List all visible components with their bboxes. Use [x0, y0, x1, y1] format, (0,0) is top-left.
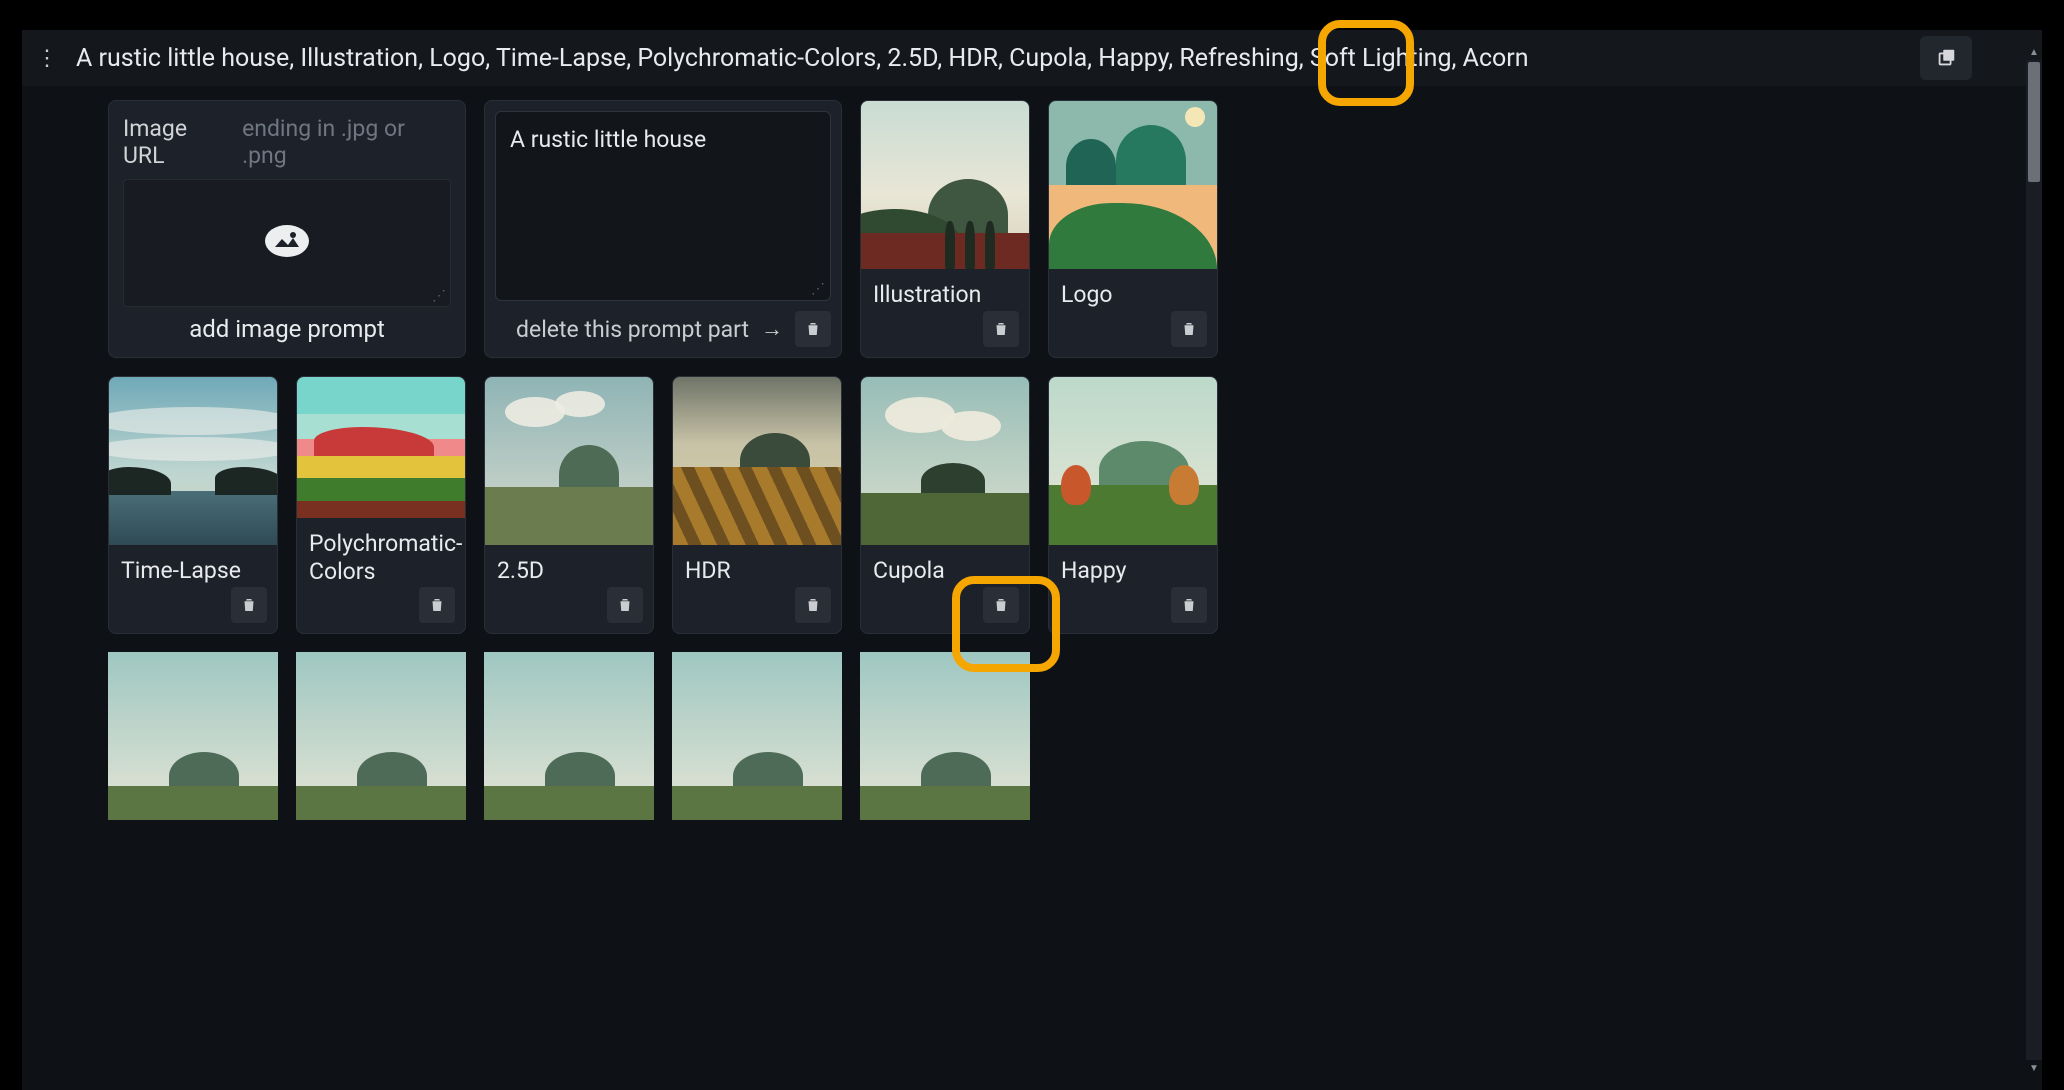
- scroll-down-icon[interactable]: ▼: [2026, 1060, 2042, 1076]
- vertical-scrollbar[interactable]: ▲ ▼: [2026, 60, 2042, 1060]
- trash-icon: [428, 596, 446, 614]
- add-image-label: add image prompt: [123, 315, 451, 343]
- scrollbar-thumb[interactable]: [2028, 62, 2040, 182]
- image-icon: [263, 223, 311, 263]
- style-tile-cupola[interactable]: Cupola: [860, 376, 1030, 634]
- style-tile-time-lapse[interactable]: Time-Lapse: [108, 376, 278, 634]
- delete-tile-button[interactable]: [983, 311, 1019, 347]
- image-prompt-card: Image URL ending in .jpg or .png ⋰ add i…: [108, 100, 466, 358]
- prompt-textarea[interactable]: [495, 111, 831, 301]
- style-tile-logo[interactable]: Logo: [1048, 100, 1218, 358]
- popout-icon: [1935, 47, 1957, 69]
- style-tile-partial[interactable]: [296, 652, 466, 820]
- delete-tile-button[interactable]: [231, 587, 267, 623]
- trash-icon: [804, 320, 822, 338]
- topbar: ⋮ A rustic little house, Illustration, L…: [22, 30, 2042, 86]
- trash-icon: [804, 596, 822, 614]
- grid-wrap[interactable]: Image URL ending in .jpg or .png ⋰ add i…: [22, 86, 2042, 1090]
- tile-label: Polychromatic-Colors: [297, 518, 465, 588]
- trash-icon: [992, 596, 1010, 614]
- arrow-right-icon: →: [761, 316, 783, 342]
- tile-label: Happy: [1049, 545, 1217, 586]
- tile-label: 2.5D: [485, 545, 653, 586]
- style-tile-polychromatic-colors[interactable]: Polychromatic-Colors: [296, 376, 466, 634]
- tile-thumbnail: [673, 377, 841, 545]
- tile-label: HDR: [673, 545, 841, 586]
- delete-tile-button-cupola[interactable]: [983, 587, 1019, 623]
- trash-icon: [1180, 596, 1198, 614]
- trash-icon: [1180, 320, 1198, 338]
- image-url-label: Image URL: [123, 115, 232, 169]
- tile-thumbnail: [861, 377, 1029, 545]
- style-tile-2-5d[interactable]: 2.5D: [484, 376, 654, 634]
- tile-label: Cupola: [861, 545, 1029, 586]
- scroll-up-icon[interactable]: ▲: [2026, 44, 2042, 60]
- tile-thumbnail: [860, 652, 1030, 820]
- delete-prompt-button[interactable]: [795, 311, 831, 347]
- tile-thumbnail: [672, 652, 842, 820]
- delete-tile-button[interactable]: [795, 587, 831, 623]
- style-tile-partial[interactable]: [672, 652, 842, 820]
- tile-thumbnail: [1049, 377, 1217, 545]
- style-tile-illustration[interactable]: Illustration: [860, 100, 1030, 358]
- tile-thumbnail: [296, 652, 466, 820]
- trash-icon: [240, 596, 258, 614]
- tile-thumbnail: [109, 377, 277, 545]
- style-tile-hdr[interactable]: HDR: [672, 376, 842, 634]
- delete-prompt-label[interactable]: delete this prompt part: [516, 316, 749, 343]
- delete-tile-button[interactable]: [607, 587, 643, 623]
- style-tile-partial[interactable]: [484, 652, 654, 820]
- style-tile-happy[interactable]: Happy: [1048, 376, 1218, 634]
- trash-icon: [616, 596, 634, 614]
- tile-thumbnail: [861, 101, 1029, 269]
- tile-grid: Image URL ending in .jpg or .png ⋰ add i…: [108, 100, 1956, 820]
- menu-button[interactable]: ⋮: [32, 38, 62, 78]
- text-prompt-card: ⋰ delete this prompt part →: [484, 100, 842, 358]
- style-tile-partial[interactable]: [108, 652, 278, 820]
- popout-button[interactable]: [1920, 36, 1972, 80]
- tile-thumbnail: [1049, 101, 1217, 269]
- tile-label: Time-Lapse: [109, 545, 277, 586]
- tile-thumbnail: [108, 652, 278, 820]
- tile-thumbnail: [297, 377, 465, 518]
- prompt-full-text[interactable]: A rustic little house, Illustration, Log…: [76, 44, 1906, 73]
- tile-thumbnail: [485, 377, 653, 545]
- delete-tile-button[interactable]: [1171, 587, 1207, 623]
- tile-label: Logo: [1049, 269, 1217, 310]
- resize-handle-icon: ⋰: [432, 288, 446, 304]
- delete-tile-button[interactable]: [419, 587, 455, 623]
- delete-tile-button[interactable]: [1171, 311, 1207, 347]
- style-tile-partial[interactable]: [860, 652, 1030, 820]
- image-url-hint: ending in .jpg or .png: [242, 115, 451, 169]
- tile-label: Illustration: [861, 269, 1029, 310]
- image-drop-zone[interactable]: ⋰: [123, 179, 451, 307]
- trash-icon: [992, 320, 1010, 338]
- tile-thumbnail: [484, 652, 654, 820]
